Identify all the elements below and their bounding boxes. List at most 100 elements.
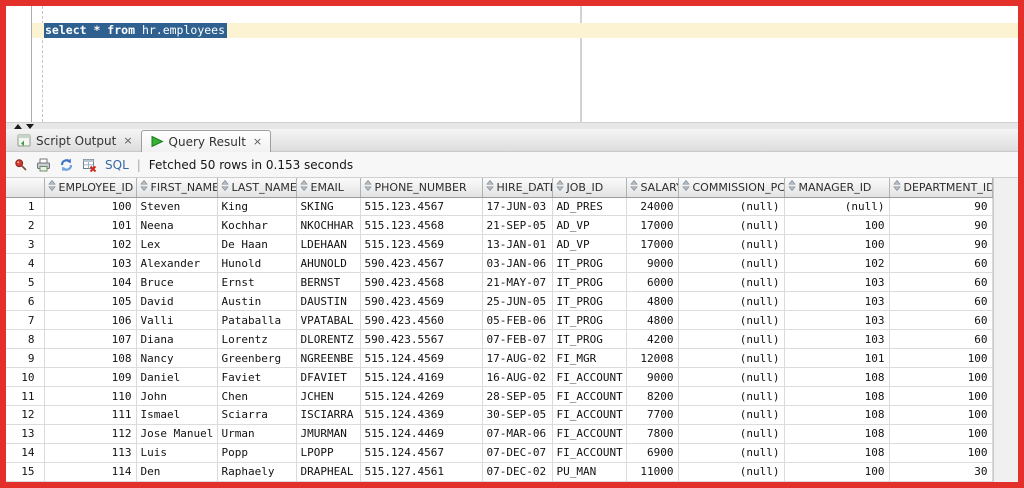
pin-icon[interactable] bbox=[14, 158, 28, 172]
table-cell[interactable]: 03-JAN-06 bbox=[482, 253, 553, 274]
table-cell[interactable]: 8200 bbox=[626, 386, 679, 406]
table-cell[interactable]: 9000 bbox=[626, 253, 679, 274]
row-number-cell[interactable]: 1 bbox=[6, 197, 45, 217]
table-cell[interactable]: 106 bbox=[44, 310, 137, 331]
table-cell[interactable]: 111 bbox=[44, 405, 137, 425]
table-cell[interactable]: 590.423.4560 bbox=[360, 310, 483, 331]
table-cell[interactable]: (null) bbox=[678, 386, 785, 406]
table-cell[interactable]: 100 bbox=[889, 386, 993, 406]
collapse-down-icon[interactable] bbox=[26, 123, 34, 129]
table-cell[interactable]: 28-SEP-05 bbox=[482, 386, 553, 406]
tab-query-result[interactable]: Query Result × bbox=[140, 130, 272, 152]
table-cell[interactable]: Steven bbox=[136, 197, 218, 217]
table-cell[interactable]: 108 bbox=[784, 405, 890, 425]
table-cell[interactable]: 100 bbox=[889, 348, 993, 369]
table-cell[interactable]: 108 bbox=[784, 367, 890, 388]
table-cell[interactable]: Diana bbox=[136, 329, 218, 350]
table-cell[interactable]: 6900 bbox=[626, 443, 679, 463]
close-icon[interactable]: × bbox=[123, 135, 132, 146]
table-cell[interactable]: 6000 bbox=[626, 272, 679, 293]
table-cell[interactable]: (null) bbox=[678, 310, 785, 331]
table-cell[interactable]: 515.123.4568 bbox=[360, 215, 483, 236]
table-cell[interactable]: 590.423.4567 bbox=[360, 253, 483, 274]
table-cell[interactable]: (null) bbox=[678, 329, 785, 350]
row-number-cell[interactable]: 3 bbox=[6, 234, 45, 255]
table-cell[interactable]: (null) bbox=[678, 197, 785, 217]
column-header-phone_number[interactable]: PHONE_NUMBER bbox=[360, 178, 483, 198]
table-cell[interactable]: 60 bbox=[889, 291, 993, 312]
table-cell[interactable]: SKING bbox=[296, 197, 361, 217]
table-cell[interactable]: IT_PROG bbox=[552, 253, 627, 274]
sort-icon[interactable] bbox=[363, 180, 372, 194]
row-number-cell[interactable]: 10 bbox=[6, 367, 45, 388]
sort-icon[interactable] bbox=[629, 180, 638, 194]
table-cell[interactable]: Faviet bbox=[217, 367, 297, 388]
table-cell[interactable]: Daniel bbox=[136, 367, 218, 388]
table-cell[interactable]: Ismael bbox=[136, 405, 218, 425]
table-cell[interactable]: 515.123.4567 bbox=[360, 197, 483, 217]
table-cell[interactable]: Lorentz bbox=[217, 329, 297, 350]
table-cell[interactable]: (null) bbox=[678, 253, 785, 274]
table-cell[interactable]: 100 bbox=[889, 424, 993, 444]
table-cell[interactable]: DRAPHEAL bbox=[296, 462, 361, 482]
table-cell[interactable]: Neena bbox=[136, 215, 218, 236]
table-cell[interactable]: Bruce bbox=[136, 272, 218, 293]
table-cell[interactable]: FI_ACCOUNT bbox=[552, 367, 627, 388]
table-cell[interactable]: FI_ACCOUNT bbox=[552, 386, 627, 406]
table-cell[interactable]: 103 bbox=[784, 291, 890, 312]
row-number-cell[interactable]: 4 bbox=[6, 253, 45, 274]
table-cell[interactable]: Chen bbox=[217, 386, 297, 406]
table-cell[interactable]: Ernst bbox=[217, 272, 297, 293]
sql-editor[interactable]: select * from hr.employees bbox=[6, 6, 1018, 122]
table-cell[interactable]: (null) bbox=[678, 367, 785, 388]
sort-icon[interactable] bbox=[139, 180, 148, 194]
table-cell[interactable]: 108 bbox=[784, 443, 890, 463]
clear-grid-icon[interactable] bbox=[82, 158, 97, 172]
table-cell[interactable]: 590.423.4568 bbox=[360, 272, 483, 293]
table-cell[interactable]: 90 bbox=[889, 215, 993, 236]
table-cell[interactable]: IT_PROG bbox=[552, 291, 627, 312]
table-cell[interactable]: 13-JAN-01 bbox=[482, 234, 553, 255]
table-cell[interactable]: 102 bbox=[784, 253, 890, 274]
table-cell[interactable]: DFAVIET bbox=[296, 367, 361, 388]
row-number-cell[interactable]: 8 bbox=[6, 329, 45, 350]
row-number-cell[interactable]: 12 bbox=[6, 405, 45, 425]
table-cell[interactable]: 4800 bbox=[626, 310, 679, 331]
column-header-email[interactable]: EMAIL bbox=[296, 178, 361, 198]
table-cell[interactable]: 17-AUG-02 bbox=[482, 348, 553, 369]
table-cell[interactable]: 60 bbox=[889, 253, 993, 274]
table-cell[interactable]: 590.423.4569 bbox=[360, 291, 483, 312]
table-cell[interactable]: Urman bbox=[217, 424, 297, 444]
table-cell[interactable]: 17000 bbox=[626, 215, 679, 236]
row-number-cell[interactable]: 2 bbox=[6, 215, 45, 236]
table-cell[interactable]: AD_VP bbox=[552, 215, 627, 236]
row-number-cell[interactable]: 5 bbox=[6, 272, 45, 293]
table-cell[interactable]: FI_ACCOUNT bbox=[552, 405, 627, 425]
table-cell[interactable]: 17-JUN-03 bbox=[482, 197, 553, 217]
table-cell[interactable]: (null) bbox=[678, 215, 785, 236]
table-cell[interactable]: 515.124.4469 bbox=[360, 424, 483, 444]
table-cell[interactable]: 07-DEC-02 bbox=[482, 462, 553, 482]
sort-icon[interactable] bbox=[299, 180, 308, 194]
print-icon[interactable] bbox=[36, 158, 51, 172]
table-cell[interactable]: DAUSTIN bbox=[296, 291, 361, 312]
table-cell[interactable]: 24000 bbox=[626, 197, 679, 217]
table-cell[interactable]: 103 bbox=[44, 253, 137, 274]
table-cell[interactable]: 103 bbox=[784, 329, 890, 350]
table-cell[interactable]: ISCIARRA bbox=[296, 405, 361, 425]
row-number-cell[interactable]: 6 bbox=[6, 291, 45, 312]
table-cell[interactable]: 4200 bbox=[626, 329, 679, 350]
table-cell[interactable]: (null) bbox=[678, 291, 785, 312]
table-cell[interactable]: IT_PROG bbox=[552, 329, 627, 350]
table-cell[interactable]: Austin bbox=[217, 291, 297, 312]
table-cell[interactable]: 112 bbox=[44, 424, 137, 444]
row-number-cell[interactable]: 9 bbox=[6, 348, 45, 369]
table-cell[interactable]: (null) bbox=[678, 443, 785, 463]
close-icon[interactable]: × bbox=[253, 136, 262, 147]
table-cell[interactable]: 17000 bbox=[626, 234, 679, 255]
sql-link[interactable]: SQL bbox=[105, 158, 129, 172]
table-cell[interactable]: (null) bbox=[678, 424, 785, 444]
table-cell[interactable]: 30 bbox=[889, 462, 993, 482]
table-cell[interactable]: Den bbox=[136, 462, 218, 482]
table-cell[interactable]: 100 bbox=[44, 197, 137, 217]
